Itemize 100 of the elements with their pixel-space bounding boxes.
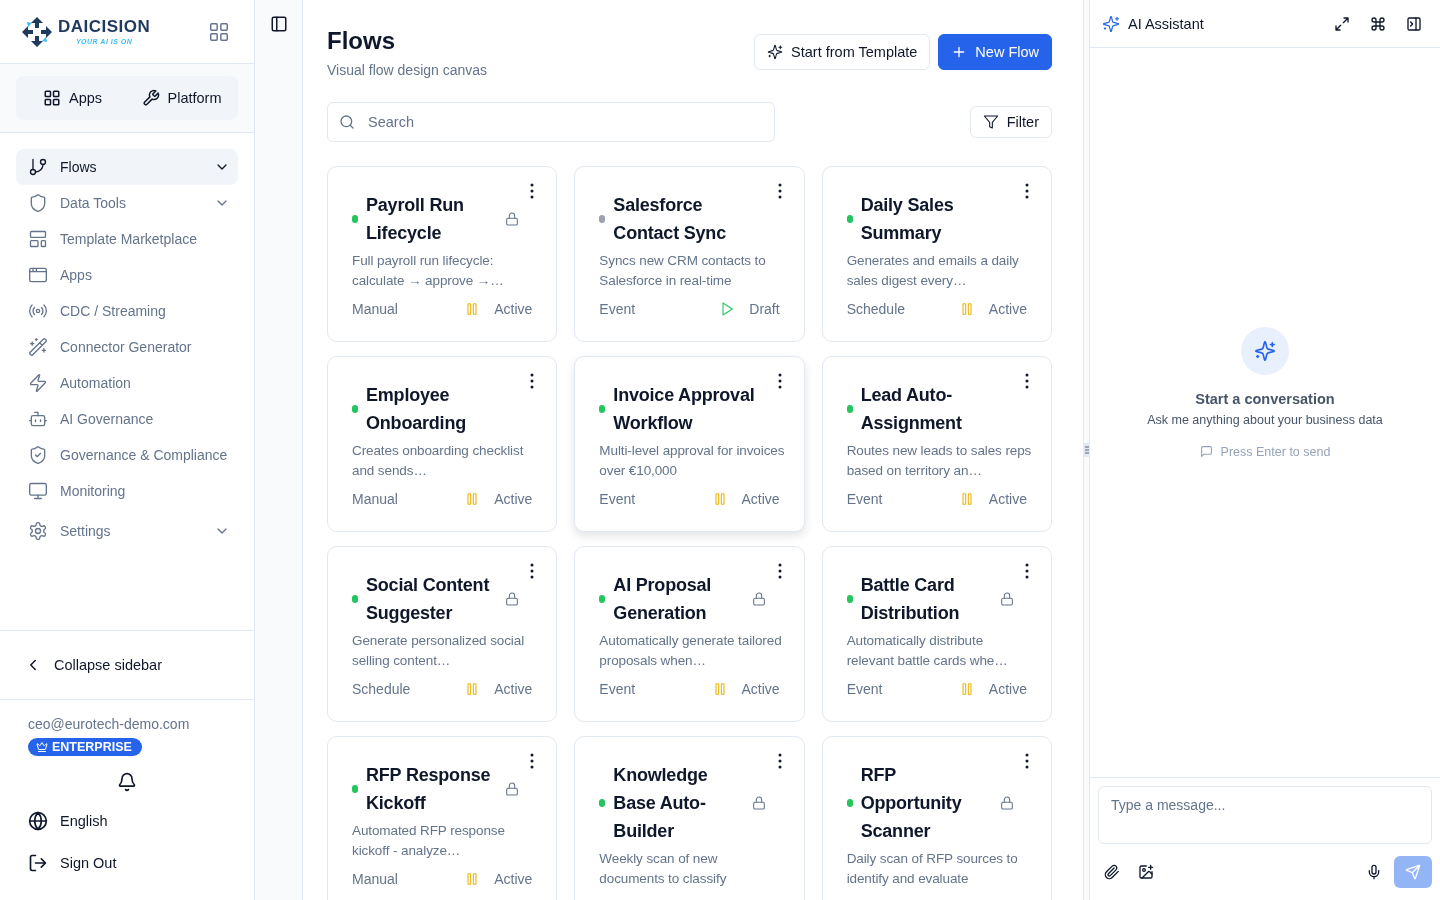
trigger-type: Event — [599, 680, 637, 699]
flow-card[interactable]: Daily Sales Summary Generates and emails a daily sales digest every… Schedule Active — [821, 166, 1052, 342]
sparkles-icon — [767, 44, 784, 60]
logo-icon — [20, 14, 54, 49]
nav-item[interactable]: AI Governance — [16, 401, 238, 437]
flow-title: Lead Auto-Assignment — [860, 384, 963, 435]
search-field[interactable]: Search — [327, 102, 775, 142]
sign-out-button[interactable]: Sign Out — [0, 842, 254, 884]
trigger-type: Manual — [352, 300, 399, 319]
template-button[interactable]: Start from Template — [754, 34, 931, 70]
bell-icon — [117, 772, 137, 792]
nav-item[interactable]: CDC / Streaming — [16, 293, 238, 329]
empty-subtitle: Ask me anything about your business data — [1147, 412, 1383, 427]
trigger-type: Event — [846, 680, 884, 699]
more-icon — [530, 753, 535, 769]
language-button[interactable]: English — [0, 800, 254, 842]
crown-icon — [36, 741, 48, 753]
sign-out-icon — [28, 853, 48, 873]
nav-item[interactable]: Automation — [16, 365, 238, 401]
flow-status: Active — [988, 680, 1027, 699]
flow-card[interactable]: Knowledge Base Auto-Builder Weekly scan of new documents to classify — [574, 736, 805, 900]
microphone-icon — [1366, 864, 1382, 880]
more-icon — [530, 183, 535, 199]
panel-left-icon — [269, 15, 288, 33]
filter-icon — [982, 114, 999, 130]
monitor-icon — [28, 481, 48, 501]
flow-card[interactable]: Invoice Approval Workflow Multi-level approval for invoices over €10,000 Event Active — [574, 356, 805, 532]
nav-item[interactable]: Template Marketplace — [16, 221, 238, 257]
settings-icon — [28, 521, 48, 541]
flow-status: Draft — [749, 300, 780, 319]
flow-card[interactable]: RFP Response Kickoff Automated RFP response kickoff - analyze… Manual Active — [327, 736, 558, 900]
shield-check-icon — [28, 445, 48, 465]
flow-card[interactable]: Salesforce Contact Sync Syncs new CRM contacts to Salesforce in real-time Event Draft — [574, 166, 805, 342]
flow-description: Generates and emails a daily sales digest every… — [846, 252, 1020, 290]
switcher-tab[interactable]: Apps — [20, 80, 125, 116]
flow-status: Active — [494, 490, 533, 509]
nav-item[interactable]: Monitoring — [16, 473, 238, 509]
flow-title: Social Content Suggester — [366, 574, 491, 625]
flow-description: Automatically generate tailored proposals when… — [599, 632, 783, 670]
lightning-icon — [28, 373, 48, 393]
search-icon — [339, 114, 355, 130]
user-email: ceo@eurotech-demo.com — [28, 716, 190, 732]
more-icon — [777, 753, 782, 769]
trigger-type: Schedule — [846, 300, 907, 319]
nav-item[interactable]: Flows — [16, 149, 238, 185]
flow-description: Automated RFP response kickoff - analyze… — [352, 822, 506, 860]
nav-item[interactable]: Apps — [16, 257, 238, 293]
flow-card[interactable]: Employee Onboarding Creates onboarding checklist and sends… Manual Active — [327, 356, 558, 532]
plan-badge: ENTERPRISE — [28, 738, 142, 756]
flow-description: Creates onboarding checklist and sends… — [352, 442, 525, 480]
nav-item[interactable]: Connector Generator — [16, 329, 238, 365]
flow-status: Active — [741, 680, 780, 699]
more-icon — [1025, 373, 1029, 389]
more-icon — [777, 563, 782, 579]
more-icon — [1025, 563, 1029, 579]
nav-item[interactable]: Settings — [16, 513, 238, 549]
more-icon — [530, 563, 535, 579]
flow-description: Weekly scan of new documents to classify — [599, 850, 728, 888]
branch-icon — [28, 157, 48, 177]
new-flow-button[interactable]: New Flow — [938, 34, 1052, 70]
more-icon — [777, 183, 782, 199]
trigger-type: Manual — [352, 490, 399, 509]
magic-wand-icon — [28, 337, 48, 357]
more-icon — [530, 373, 535, 389]
flow-description: Multi-level approval for invoices over €10,000 — [599, 442, 786, 480]
page-subtitle: Visual flow design canvas — [327, 62, 488, 78]
flow-title: RFP Opportunity Scanner — [860, 764, 963, 843]
message-field[interactable]: Type a message... — [1098, 786, 1432, 844]
flow-description: Daily scan of RFP sources to identify and evaluate — [846, 850, 1019, 888]
flow-card[interactable]: Social Content Suggester Generate personalized social selling content… Schedule Active — [327, 546, 558, 722]
nav-item[interactable]: Governance & Compliance — [16, 437, 238, 473]
flow-title: Payroll Run Lifecycle — [366, 194, 465, 245]
switcher-tab[interactable]: Platform — [129, 80, 234, 116]
send-hint: Press Enter to send — [1220, 444, 1331, 459]
globe-icon — [28, 811, 48, 831]
flow-card[interactable]: Payroll Run Lifecycle Full payroll run lifecycle: calculate → approve →… Manual Active — [327, 166, 558, 342]
message-icon — [1199, 445, 1213, 458]
filter-button[interactable]: Filter — [969, 106, 1052, 138]
collapse-button[interactable]: Collapse sidebar — [16, 644, 238, 686]
flow-card[interactable]: Lead Auto-Assignment Routes new leads to sales reps based on territory an… Event Active — [821, 356, 1052, 532]
toggle-sidebar-button[interactable] — [269, 14, 288, 34]
flow-card[interactable]: RFP Opportunity Scanner Daily scan of RFP sources to identify and evaluate — [821, 736, 1052, 900]
nav-item[interactable]: Data Tools — [16, 185, 238, 221]
notifications-button[interactable] — [117, 772, 137, 792]
command-icon — [1370, 15, 1386, 32]
flow-description: Generate personalized social selling content… — [352, 632, 526, 670]
shield-icon — [28, 193, 48, 213]
flow-description: Routes new leads to sales reps based on territory an… — [846, 442, 1033, 480]
wrench-icon — [141, 89, 160, 107]
app-grid-icon[interactable] — [208, 20, 230, 43]
panel-title: AI Assistant — [1128, 15, 1205, 32]
trigger-type: Manual — [352, 870, 399, 889]
flow-status: Active — [988, 300, 1027, 319]
send-icon — [1405, 864, 1421, 880]
flow-card[interactable]: AI Proposal Generation Automatically generate tailored proposals when… Event Active — [574, 546, 805, 722]
panel-icon — [1406, 15, 1422, 32]
flow-status: Active — [494, 300, 533, 319]
grid-icon — [42, 89, 61, 107]
flow-card[interactable]: Battle Card Distribution Automatically distribute relevant battle cards whe… Event Active — [821, 546, 1052, 722]
trigger-type: Schedule — [352, 680, 412, 699]
